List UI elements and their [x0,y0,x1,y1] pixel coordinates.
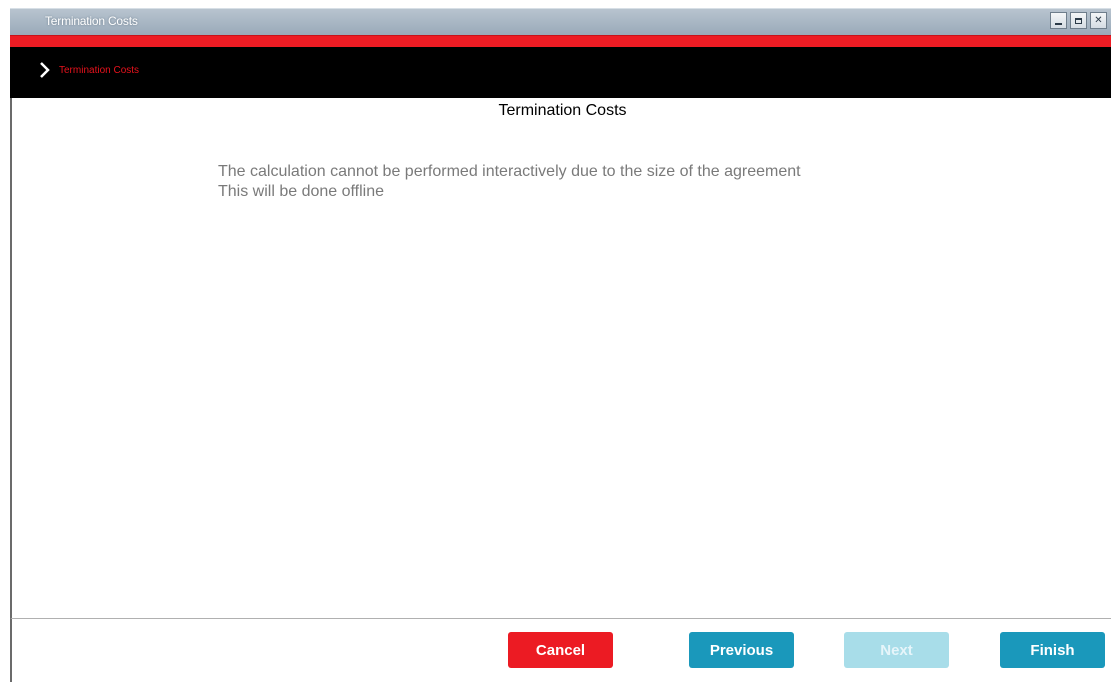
chevron-right-icon [40,62,50,78]
maximize-icon[interactable] [1070,12,1087,29]
breadcrumb: Termination Costs [10,47,1111,98]
previous-button[interactable]: Previous [689,632,794,668]
close-icon[interactable]: ✕ [1090,12,1107,29]
minimize-icon[interactable] [1050,12,1067,29]
info-message-line-1: The calculation cannot be performed inte… [218,163,801,180]
cancel-button[interactable]: Cancel [508,632,613,668]
info-message-line-2: This will be done offline [218,183,385,200]
window-controls: ✕ [1047,12,1107,29]
next-button[interactable]: Next [844,632,949,668]
info-message: The calculation cannot be performed inte… [218,162,801,202]
wizard-window: Termination Costs ✕ Termination Costs Te… [0,0,1111,682]
window-title: Termination Costs [45,14,138,28]
page-title: Termination Costs [498,102,627,119]
breadcrumb-item-termination-costs[interactable]: Termination Costs [59,65,139,76]
button-bar: Cancel Previous Next Finish [10,618,1111,682]
title-bar[interactable]: Termination Costs ✕ [10,8,1111,35]
main-content: Termination Costs The calculation cannot… [10,98,1111,618]
finish-button[interactable]: Finish [1000,632,1105,668]
